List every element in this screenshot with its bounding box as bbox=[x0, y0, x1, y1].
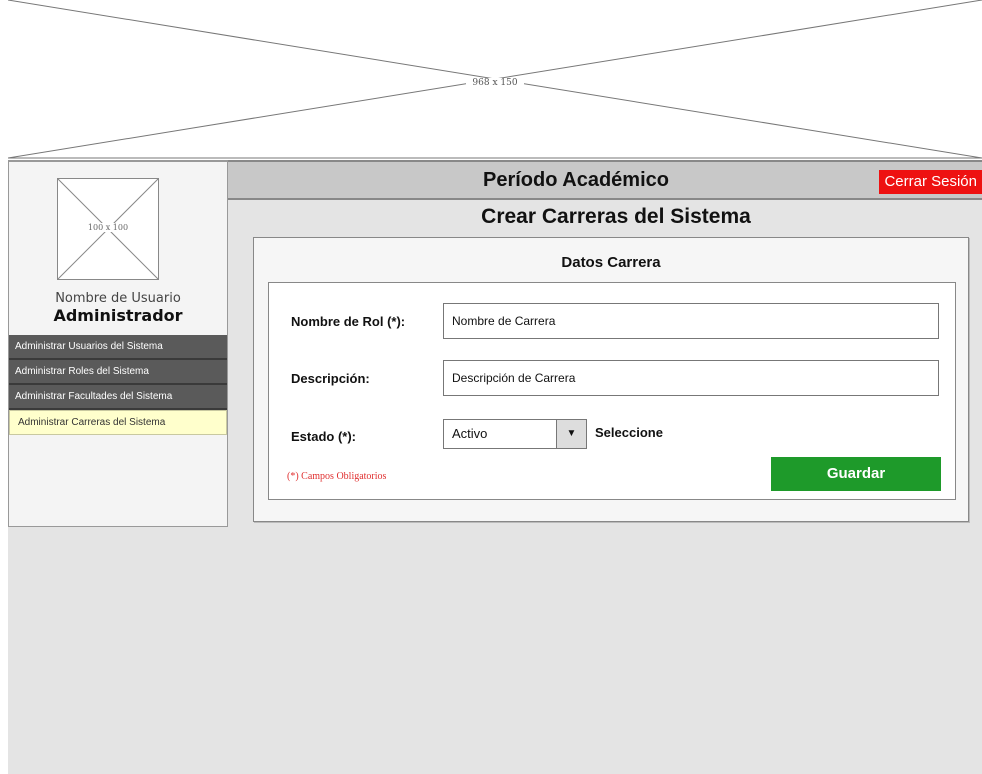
sidebar-menu: Administrar Usuarios del Sistema Adminis… bbox=[9, 335, 227, 435]
required-fields-note: (*) Campos Obligatorios bbox=[287, 471, 387, 482]
sidebar-item-facultades[interactable]: Administrar Facultades del Sistema bbox=[9, 385, 227, 410]
status-select-value: Activo bbox=[452, 426, 488, 441]
status-select[interactable]: Activo ▼ bbox=[443, 419, 587, 449]
user-role: Administrador bbox=[53, 306, 183, 325]
form-panel: Datos Carrera Nombre de Rol (*): Nombre … bbox=[253, 237, 969, 522]
sidebar-item-carreras[interactable]: Administrar Carreras del Sistema bbox=[9, 410, 227, 435]
form-box: Nombre de Rol (*): Nombre de Carrera Des… bbox=[268, 282, 956, 500]
banner-placeholder-label: 968 x 150 bbox=[466, 78, 524, 88]
panel-title: Datos Carrera bbox=[561, 254, 661, 271]
name-input[interactable]: Nombre de Carrera bbox=[443, 303, 939, 339]
sidebar-item-roles[interactable]: Administrar Roles del Sistema bbox=[9, 360, 227, 385]
banner-image-placeholder: 968 x 150 bbox=[8, 0, 982, 160]
username: Nombre de Usuario bbox=[55, 291, 181, 306]
header-bar: Período Académico Cerrar Sesión bbox=[228, 160, 982, 200]
page-title: Crear Carreras del Sistema bbox=[481, 205, 751, 228]
description-input[interactable]: Descripción de Carrera bbox=[443, 360, 939, 396]
logout-button[interactable]: Cerrar Sesión bbox=[879, 170, 982, 194]
avatar: 100 x 100 bbox=[57, 178, 159, 280]
avatar-placeholder-label: 100 x 100 bbox=[85, 223, 131, 232]
sidebar-item-usuarios[interactable]: Administrar Usuarios del Sistema bbox=[9, 335, 227, 360]
sidebar: 100 x 100 Nombre de Usuario Administrado… bbox=[8, 160, 228, 527]
header-title: Período Académico bbox=[483, 169, 669, 191]
name-label: Nombre de Rol (*): bbox=[291, 314, 406, 329]
save-button[interactable]: Guardar bbox=[771, 457, 941, 491]
status-hint: Seleccione bbox=[595, 425, 663, 440]
chevron-down-icon[interactable]: ▼ bbox=[556, 420, 586, 448]
description-label: Descripción: bbox=[291, 371, 370, 386]
status-label: Estado (*): bbox=[291, 429, 356, 444]
